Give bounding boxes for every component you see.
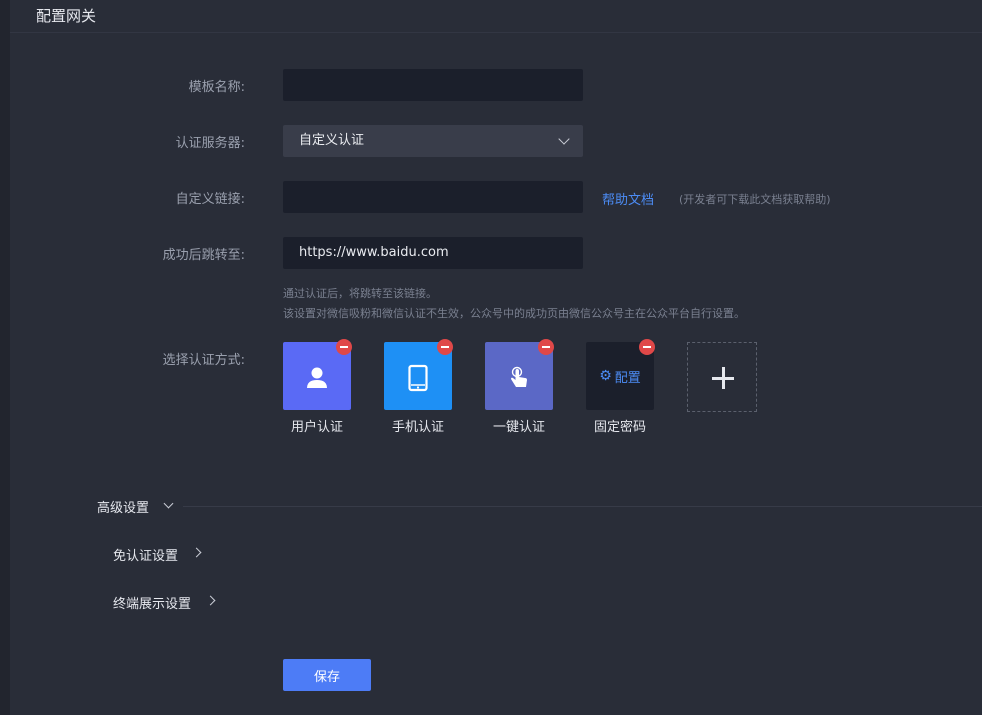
chevron-down-icon — [558, 133, 570, 145]
auth-method-label: 一键认证 — [492, 420, 545, 435]
remove-icon[interactable] — [639, 339, 655, 355]
save-button[interactable]: 保存 — [283, 659, 371, 691]
auth-server-label: 认证服务器: — [175, 136, 245, 151]
template-name-input[interactable] — [283, 69, 583, 101]
auth-method-one-click-tile[interactable] — [485, 339, 554, 410]
gear-icon: ⚙ — [599, 368, 612, 384]
remove-icon[interactable] — [336, 339, 352, 355]
help-doc-link[interactable]: 帮助文档 — [602, 189, 654, 208]
auth-method-user-tile[interactable] — [283, 339, 352, 410]
template-name-label: 模板名称: — [188, 80, 245, 95]
chevron-right-icon — [205, 595, 216, 606]
chevron-right-icon — [191, 547, 202, 558]
redirect-url-input[interactable] — [283, 237, 583, 269]
advanced-settings-toggle[interactable]: 高级设置 — [97, 497, 149, 516]
remove-icon[interactable] — [437, 339, 453, 355]
custom-link-input[interactable] — [283, 181, 583, 213]
chevron-down-icon — [163, 498, 174, 509]
auth-method-fixed-password-tile[interactable]: ⚙ 配置 — [586, 339, 655, 410]
auth-server-select[interactable]: 自定义认证 — [283, 125, 583, 157]
terminal-display-settings[interactable]: 终端展示设置 — [113, 593, 191, 612]
auth-exempt-settings[interactable]: 免认证设置 — [113, 545, 178, 564]
add-auth-method-button[interactable] — [687, 342, 757, 412]
auth-method-label: 固定密码 — [593, 420, 646, 435]
redirect-hint-line2: 该设置对微信吸粉和微信认证不生效，公众号中的成功页由微信公众号主在公众平台自行设… — [283, 307, 745, 320]
help-doc-note: (开发者可下载此文档获取帮助) — [679, 193, 831, 206]
auth-methods-label: 选择认证方式: — [162, 353, 245, 368]
remove-icon[interactable] — [538, 339, 554, 355]
auth-server-selected: 自定义认证 — [299, 133, 365, 148]
redirect-hint-line1: 通过认证后，将跳转至该链接。 — [283, 287, 437, 300]
plus-icon — [721, 367, 725, 389]
divider — [183, 506, 982, 507]
auth-method-label: 用户认证 — [290, 420, 343, 435]
redirect-label: 成功后跳转至: — [162, 248, 245, 263]
configure-label: 配置 — [614, 370, 641, 386]
auth-method-label: 手机认证 — [391, 420, 444, 435]
page-header: 配置网关 — [10, 0, 982, 33]
page-title: 配置网关 — [36, 7, 97, 25]
custom-link-label: 自定义链接: — [175, 192, 245, 207]
auth-method-phone-tile[interactable] — [384, 339, 453, 410]
